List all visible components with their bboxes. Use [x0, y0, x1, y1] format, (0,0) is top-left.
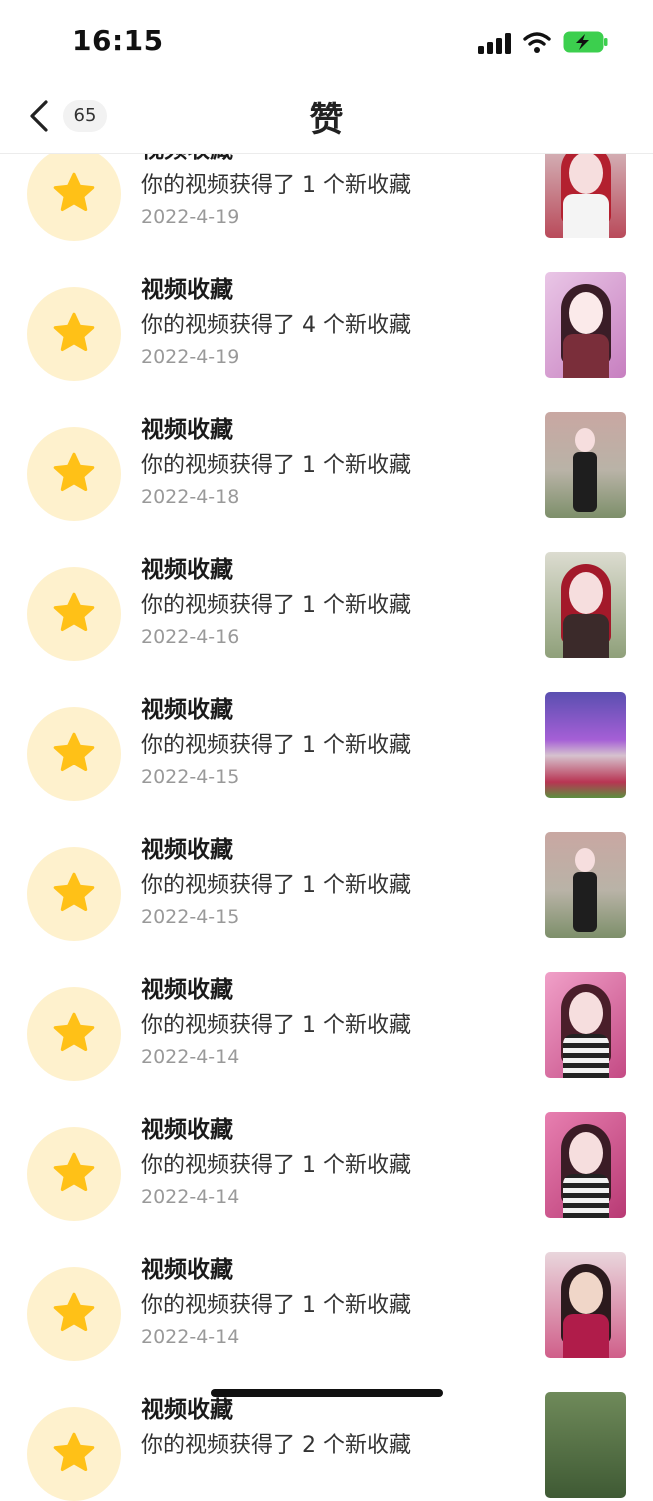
star-badge: [27, 287, 121, 381]
item-date: 2022-4-14: [141, 1326, 240, 1348]
cellular-signal-icon: [478, 32, 512, 54]
star-icon: [53, 312, 95, 352]
list-item[interactable]: 视频收藏 你的视频获得了 1 个新收藏 2022-4-14: [0, 940, 653, 1081]
list-item[interactable]: 视频收藏 你的视频获得了 4 个新收藏 2022-4-19: [0, 240, 653, 381]
item-description: 你的视频获得了 1 个新收藏: [141, 173, 411, 198]
item-date: 2022-4-15: [141, 766, 240, 788]
list-item[interactable]: 视频收藏 你的视频获得了 2 个新收藏: [0, 1360, 653, 1501]
star-icon: [53, 872, 95, 912]
item-description: 你的视频获得了 1 个新收藏: [141, 1013, 411, 1038]
page-title: 赞: [309, 100, 344, 140]
item-title: 视频收藏: [141, 417, 233, 443]
video-thumbnail[interactable]: [545, 552, 626, 658]
item-date: 2022-4-14: [141, 1046, 240, 1068]
video-thumbnail[interactable]: [545, 412, 626, 518]
list-item[interactable]: 视频收藏 你的视频获得了 1 个新收藏 2022-4-15: [0, 800, 653, 941]
star-icon: [53, 452, 95, 492]
video-thumbnail[interactable]: [545, 1252, 626, 1358]
status-time: 16:15: [72, 24, 164, 57]
item-title: 视频收藏: [141, 697, 233, 723]
star-badge: [27, 147, 121, 241]
video-thumbnail[interactable]: [545, 972, 626, 1078]
status-bar: 16:15: [0, 0, 653, 80]
star-badge: [27, 1267, 121, 1361]
item-title: 视频收藏: [141, 1117, 233, 1143]
star-badge: [27, 1407, 121, 1501]
item-description: 你的视频获得了 1 个新收藏: [141, 1153, 411, 1178]
list-item[interactable]: 视频收藏 你的视频获得了 1 个新收藏 2022-4-18: [0, 380, 653, 521]
star-icon: [53, 732, 95, 772]
item-date: 2022-4-19: [141, 206, 240, 228]
item-title: 视频收藏: [141, 557, 233, 583]
star-icon: [53, 1152, 95, 1192]
item-description: 你的视频获得了 1 个新收藏: [141, 733, 411, 758]
list-item[interactable]: 视频收藏 你的视频获得了 1 个新收藏 2022-4-16: [0, 520, 653, 661]
item-title: 视频收藏: [141, 977, 233, 1003]
item-description: 你的视频获得了 4 个新收藏: [141, 313, 411, 338]
star-icon: [53, 1432, 95, 1472]
item-date: 2022-4-19: [141, 346, 240, 368]
star-badge: [27, 847, 121, 941]
item-date: 2022-4-14: [141, 1186, 240, 1208]
video-thumbnail[interactable]: [545, 272, 626, 378]
list-item[interactable]: 视频收藏 你的视频获得了 1 个新收藏 2022-4-15: [0, 660, 653, 801]
home-indicator[interactable]: [211, 1389, 443, 1397]
item-description: 你的视频获得了 1 个新收藏: [141, 593, 411, 618]
list-item[interactable]: 视频收藏 你的视频获得了 1 个新收藏 2022-4-14: [0, 1080, 653, 1221]
star-icon: [53, 592, 95, 632]
star-badge: [27, 987, 121, 1081]
video-thumbnail[interactable]: [545, 832, 626, 938]
item-title: 视频收藏: [141, 837, 233, 863]
video-thumbnail[interactable]: [545, 692, 626, 798]
item-description: 你的视频获得了 1 个新收藏: [141, 873, 411, 898]
star-icon: [53, 172, 95, 212]
item-description: 你的视频获得了 1 个新收藏: [141, 453, 411, 478]
item-title: 视频收藏: [141, 1257, 233, 1283]
item-description: 你的视频获得了 1 个新收藏: [141, 1293, 411, 1318]
battery-charging-icon: [563, 31, 608, 53]
video-thumbnail[interactable]: [545, 1112, 626, 1218]
item-date: 2022-4-15: [141, 906, 240, 928]
star-icon: [53, 1012, 95, 1052]
item-description: 你的视频获得了 2 个新收藏: [141, 1433, 411, 1458]
star-icon: [53, 1292, 95, 1332]
wifi-icon: [523, 32, 551, 53]
star-badge: [27, 1127, 121, 1221]
item-title: 视频收藏: [141, 277, 233, 303]
star-badge: [27, 567, 121, 661]
item-date: 2022-4-16: [141, 626, 240, 648]
list-item[interactable]: 视频收藏 你的视频获得了 1 个新收藏 2022-4-14: [0, 1220, 653, 1361]
item-date: 2022-4-18: [141, 486, 240, 508]
video-thumbnail[interactable]: [545, 1392, 626, 1498]
star-badge: [27, 427, 121, 521]
navigation-bar: 65 赞: [0, 80, 653, 154]
star-badge: [27, 707, 121, 801]
